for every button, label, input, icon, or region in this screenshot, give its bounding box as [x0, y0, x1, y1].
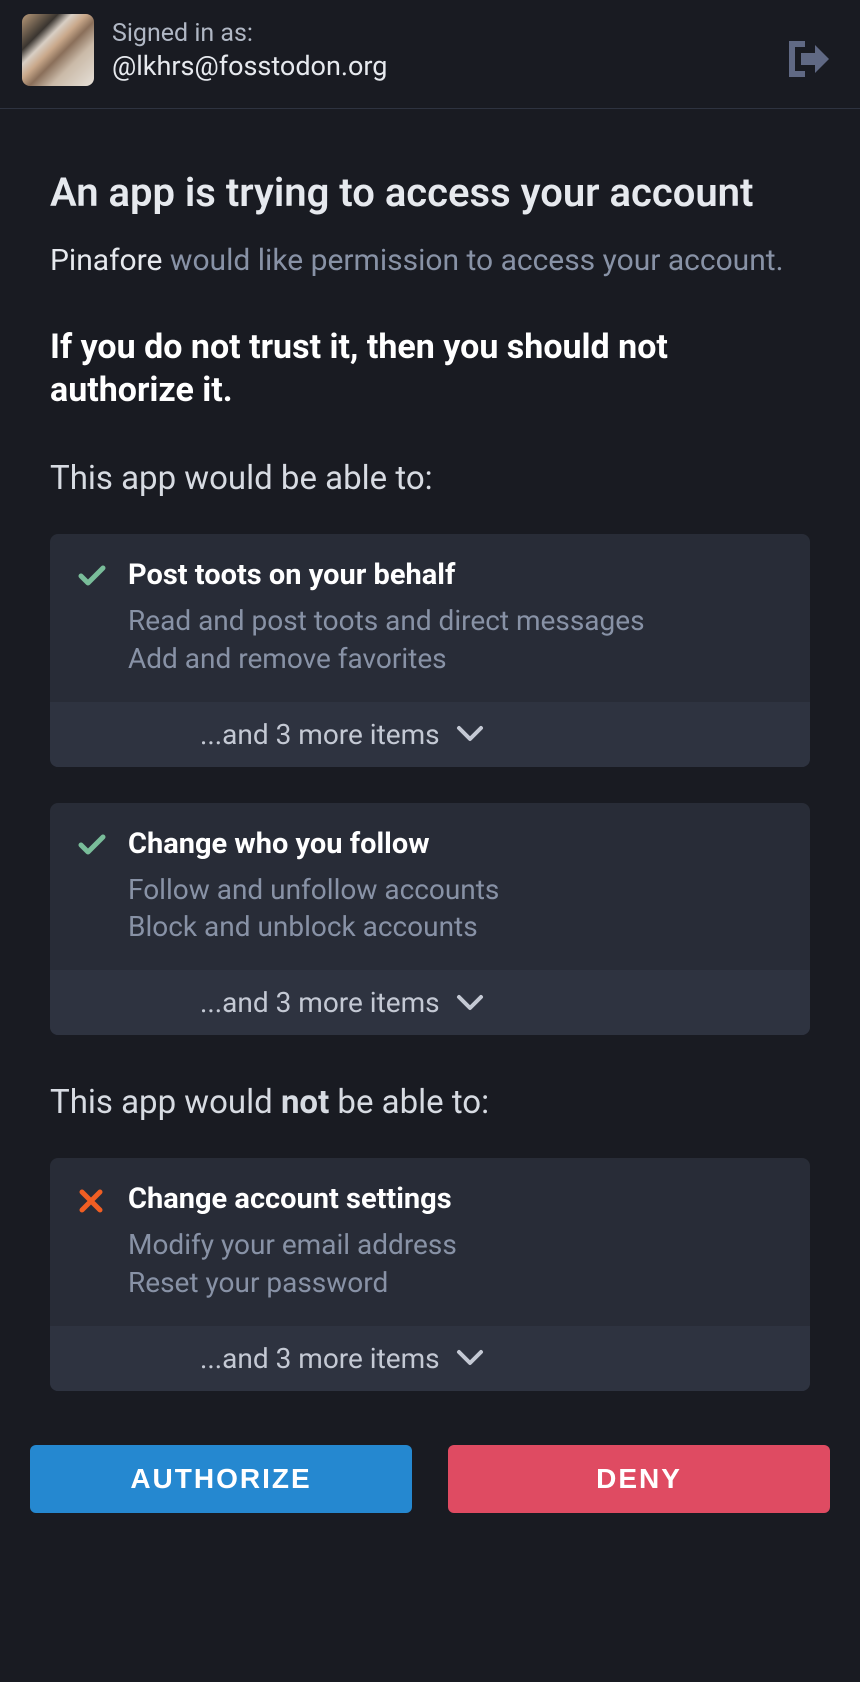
permission-body: Change who you follow Follow and unfollo… — [50, 803, 810, 971]
deny-button[interactable]: DENY — [448, 1445, 830, 1513]
permission-card: Post toots on your behalf Read and post … — [50, 534, 810, 767]
not-able-to-label: This app would not be able to: — [50, 1083, 810, 1122]
chevron-down-icon — [456, 725, 484, 743]
more-items-label: ...and 3 more items — [200, 718, 440, 751]
permission-title: Change account settings — [128, 1182, 782, 1216]
chevron-down-icon — [456, 994, 484, 1012]
sign-out-icon — [785, 37, 833, 81]
cross-icon — [78, 1182, 128, 1302]
header: Signed in as: @lkhrs@fosstodon.org — [0, 0, 860, 109]
check-icon — [78, 827, 128, 947]
permission-desc-line: Read and post toots and direct messages — [128, 602, 782, 640]
permission-description: Modify your email address Reset your pas… — [128, 1226, 782, 1302]
user-handle: @lkhrs@fosstodon.org — [112, 50, 387, 82]
signed-in-label: Signed in as: — [112, 19, 387, 48]
check-icon — [78, 558, 128, 678]
page-title: An app is trying to access your account — [50, 169, 810, 217]
signed-in-block: Signed in as: @lkhrs@fosstodon.org — [112, 19, 387, 82]
permission-body: Change account settings Modify your emai… — [50, 1158, 810, 1326]
permission-desc-line: Block and unblock accounts — [128, 908, 782, 946]
permission-text: Change account settings Modify your emai… — [128, 1182, 782, 1302]
permission-desc-line: Reset your password — [128, 1264, 782, 1302]
permission-card: Change account settings Modify your emai… — [50, 1158, 810, 1391]
permission-body: Post toots on your behalf Read and post … — [50, 534, 810, 702]
trust-warning: If you do not trust it, then you should … — [50, 326, 810, 411]
chevron-down-icon — [456, 1349, 484, 1367]
permission-text: Change who you follow Follow and unfollo… — [128, 827, 782, 947]
permission-request-text: Pinafore would like permission to access… — [50, 241, 810, 280]
able-to-label: This app would be able to: — [50, 459, 810, 498]
expand-more-button[interactable]: ...and 3 more items — [50, 1326, 810, 1391]
more-items-label: ...and 3 more items — [200, 986, 440, 1019]
permission-title: Post toots on your behalf — [128, 558, 782, 592]
permission-description: Follow and unfollow accounts Block and u… — [128, 871, 782, 947]
expand-more-button[interactable]: ...and 3 more items — [50, 970, 810, 1035]
requesting-app-name: Pinafore — [50, 243, 162, 278]
permission-text: Post toots on your behalf Read and post … — [128, 558, 782, 678]
permission-description: Read and post toots and direct messages … — [128, 602, 782, 678]
avatar — [22, 14, 94, 86]
permission-suffix: would like permission to access your acc… — [162, 243, 783, 278]
permission-desc-line: Add and remove favorites — [128, 640, 782, 678]
permission-card: Change who you follow Follow and unfollo… — [50, 803, 810, 1036]
action-buttons: AUTHORIZE DENY — [0, 1391, 860, 1553]
permission-title: Change who you follow — [128, 827, 782, 861]
not-able-prefix: This app would — [50, 1083, 281, 1122]
sign-out-button[interactable] — [784, 34, 834, 84]
not-able-suffix: be able to: — [329, 1083, 489, 1122]
not-able-bold: not — [281, 1083, 329, 1122]
expand-more-button[interactable]: ...and 3 more items — [50, 702, 810, 767]
content: An app is trying to access your account … — [0, 109, 860, 1391]
authorize-button[interactable]: AUTHORIZE — [30, 1445, 412, 1513]
permission-desc-line: Modify your email address — [128, 1226, 782, 1264]
more-items-label: ...and 3 more items — [200, 1342, 440, 1375]
permission-desc-line: Follow and unfollow accounts — [128, 871, 782, 909]
